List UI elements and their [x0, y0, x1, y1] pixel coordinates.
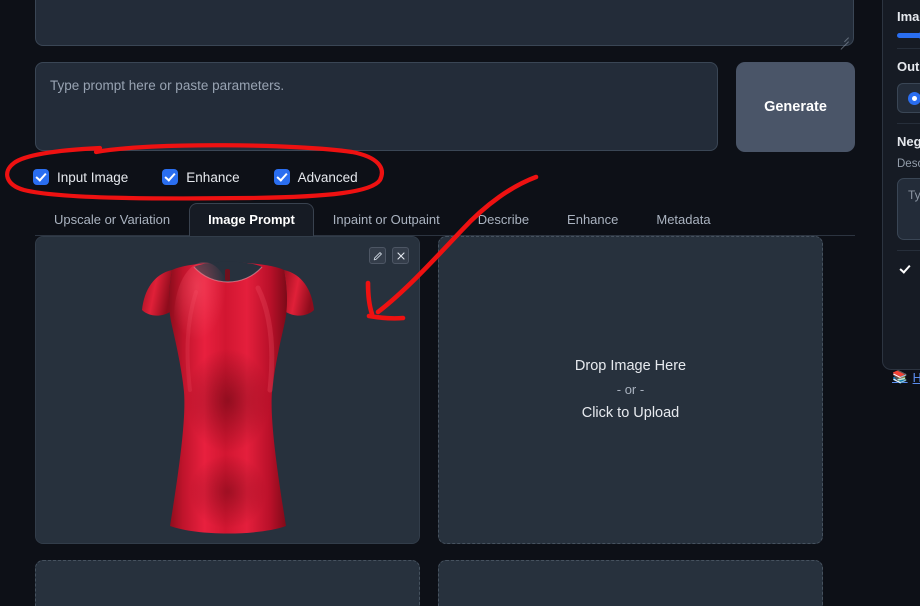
generate-button[interactable]: Generate: [736, 62, 855, 152]
image-prompt-slot-3[interactable]: Drop Image Here - or - Click to Upload: [35, 560, 420, 606]
tab-bar: Upscale or Variation Image Prompt Inpain…: [35, 203, 855, 236]
radio-dot-icon[interactable]: [908, 91, 920, 105]
image-number-slider[interactable]: [897, 28, 920, 43]
pencil-icon: [373, 251, 382, 260]
checkmark-icon[interactable]: [162, 169, 179, 185]
negative-prompt-sublabel: Describing what you do not want to see.: [897, 158, 920, 170]
edit-image-button[interactable]: [369, 247, 386, 264]
right-sidebar: Image Number Output Format Negative Prom…: [872, 0, 920, 606]
fooocus-app-window: Type prompt here or paste parameters. Ge…: [0, 0, 920, 606]
image-prompt-row: Drop Image Here - or - Click to Upload D…: [35, 560, 855, 606]
output-format-radio-png[interactable]: [897, 83, 920, 113]
tab-describe[interactable]: Describe: [459, 202, 548, 235]
dropzone-text: Drop Image Here - or - Click to Upload: [575, 354, 686, 426]
clear-image-button[interactable]: [392, 247, 409, 264]
tab-enhance[interactable]: Enhance: [548, 202, 637, 235]
history-log-link[interactable]: 📚 History Log: [892, 370, 920, 385]
tab-upscale-or-variation[interactable]: Upscale or Variation: [35, 202, 189, 235]
negative-prompt-input[interactable]: Type prompt here.: [897, 178, 920, 240]
books-icon: 📚: [892, 370, 908, 384]
resize-grip-icon[interactable]: [838, 31, 850, 43]
image-prompt-row: Drop Image Here - or - Click to Upload: [35, 236, 855, 544]
checkmark-icon[interactable]: [33, 169, 49, 185]
image-number-label: Image Number: [897, 9, 920, 24]
dropzone-line-1: Drop Image Here: [574, 357, 687, 374]
advanced-settings-panel: Image Number Output Format Negative Prom…: [882, 0, 920, 370]
checkbox-advanced[interactable]: Advanced: [273, 169, 358, 185]
result-textarea[interactable]: [35, 0, 854, 46]
uploaded-image: [36, 237, 419, 543]
red-dress-image: [141, 261, 314, 534]
checkbox-label: Advanced: [297, 169, 358, 185]
image-number-block: Image Number: [897, 0, 920, 48]
output-format-block: Output Format: [897, 48, 920, 123]
random-seed-block: [897, 250, 920, 271]
negative-prompt-label: Negative Prompt: [897, 134, 920, 149]
image-prompt-grid: Drop Image Here - or - Click to Upload D…: [35, 236, 855, 606]
checkbox-label: Input Image: [57, 169, 129, 185]
image-prompt-slot-2[interactable]: Drop Image Here - or - Click to Upload: [438, 236, 823, 544]
prompt-row: Type prompt here or paste parameters. Ge…: [35, 62, 855, 152]
image-prompt-slot-4[interactable]: Drop Image Here - or - Click to Upload: [438, 560, 823, 606]
checkbox-label: Enhance: [186, 169, 240, 185]
slot-toolbar: [369, 247, 409, 264]
prompt-input[interactable]: Type prompt here or paste parameters.: [35, 62, 718, 151]
image-prompt-slot-1[interactable]: [35, 236, 420, 544]
tab-inpaint-or-outpaint[interactable]: Inpaint or Outpaint: [314, 202, 459, 235]
options-checkbox-row: Input Image Enhance Advanced: [33, 166, 358, 188]
checkmark-icon[interactable]: [273, 169, 290, 185]
output-format-label: Output Format: [897, 59, 920, 74]
tab-image-prompt[interactable]: Image Prompt: [189, 203, 314, 236]
dropzone-or: - or -: [616, 381, 645, 397]
negative-prompt-block: Negative Prompt Describing what you do n…: [897, 123, 920, 250]
checkbox-enhance[interactable]: Enhance: [162, 169, 240, 185]
tab-metadata[interactable]: Metadata: [637, 202, 729, 235]
main-column: Type prompt here or paste parameters. Ge…: [0, 0, 872, 606]
close-icon: [396, 251, 405, 260]
checkbox-input-image[interactable]: Input Image: [33, 169, 128, 185]
dropzone-line-2: Click to Upload: [581, 405, 680, 422]
history-log-label: History Log: [912, 370, 920, 385]
